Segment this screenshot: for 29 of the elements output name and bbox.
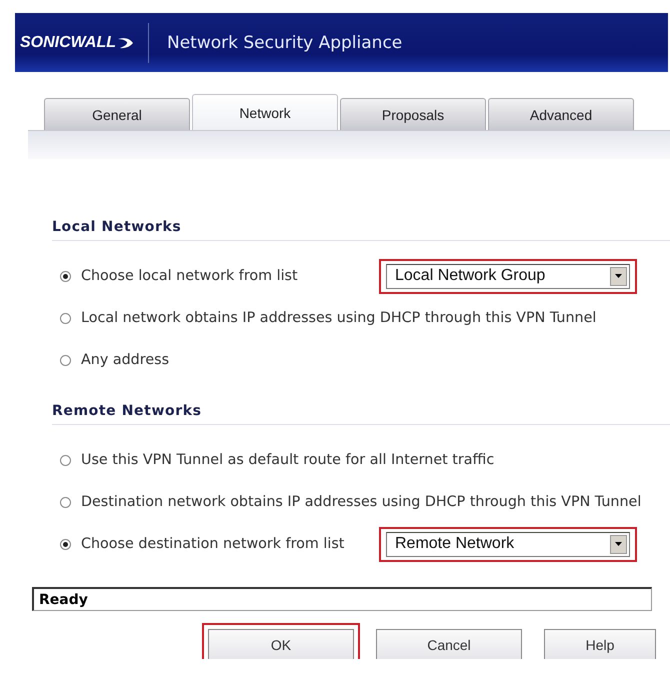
app-title: Network Security Appliance: [166, 32, 402, 52]
option-label: Choose local network from list: [81, 268, 299, 284]
swoosh-icon: [118, 36, 134, 50]
tab[interactable]: Advanced: [488, 98, 634, 130]
radio-button[interactable]: [60, 354, 71, 366]
option-label: Destination network obtains IP addresses using DHCP through this VPN Tunnel: [81, 494, 642, 510]
logo: SONICWALL: [15, 22, 149, 62]
radio-button[interactable]: [60, 538, 71, 550]
option-label: Use this VPN Tunnel as default route for all Internet traffic: [81, 452, 494, 468]
radio-button[interactable]: [60, 270, 71, 282]
tab[interactable]: Proposals: [340, 98, 486, 130]
option-label: Any address: [81, 352, 170, 368]
option-label: Local network obtains IP addresses using DHCP through this VPN Tunnel: [81, 310, 596, 326]
dropdown[interactable]: Local Network Group: [386, 264, 630, 288]
radio-button[interactable]: [60, 496, 71, 508]
caret-icon: [615, 542, 622, 546]
dialog-button[interactable]: Cancel: [376, 629, 522, 659]
dialog-button[interactable]: Help: [544, 629, 656, 659]
option-label: Choose destination network from list: [81, 536, 346, 552]
dropdown[interactable]: Remote Network: [386, 532, 630, 556]
section-heading: Remote Networks: [52, 403, 670, 425]
caret-icon: [615, 274, 622, 278]
dialog-button[interactable]: OK: [208, 629, 354, 659]
status-text: Ready: [39, 592, 88, 608]
section-heading: Local Networks: [52, 219, 670, 241]
tab[interactable]: General: [44, 98, 190, 130]
tab[interactable]: Network: [192, 94, 338, 130]
radio-button[interactable]: [60, 454, 71, 466]
radio-button[interactable]: [60, 312, 71, 324]
